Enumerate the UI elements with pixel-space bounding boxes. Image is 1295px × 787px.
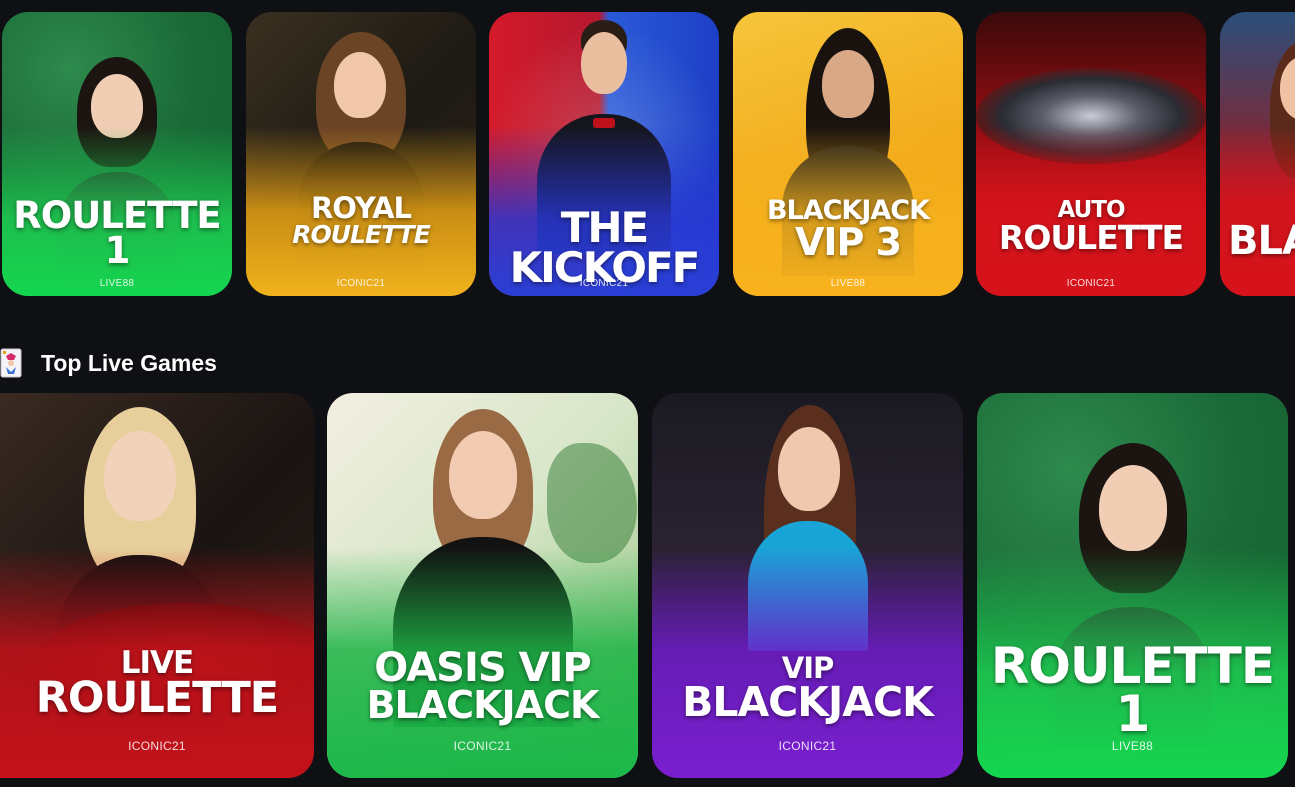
game-title-line2: ROULETTE: [998, 217, 1184, 257]
game-title: OASIS VIP BLACKJACK: [333, 645, 632, 727]
game-provider: ICONIC21: [336, 278, 386, 289]
game-card-auto-roulette[interactable]: AUTO ROULETTE ICONIC21: [976, 12, 1206, 296]
game-provider: LIVE88: [1111, 739, 1154, 753]
game-title: ROULETTE 1: [983, 637, 1282, 743]
game-title: LIVE ROULETTE: [6, 647, 308, 724]
game-title-line2: BLACKJACK: [682, 677, 934, 726]
game-card-roulette-1[interactable]: ROULETTE 1 LIVE88: [2, 12, 232, 296]
section-header-top-live-games: Top Live Games: [0, 346, 217, 380]
game-title: ROULETTE 1: [8, 194, 226, 273]
game-title-line2: BLACKJACK: [366, 683, 600, 727]
joker-card-icon: [0, 348, 22, 378]
game-title-line1: ROYAL: [310, 191, 412, 225]
game-provider: ICONIC21: [128, 739, 186, 753]
game-title-line2: ROULETTE: [292, 219, 431, 249]
game-card-blackjack-partial[interactable]: BLAC: [1220, 12, 1295, 296]
live-casino-lobby: ROULETTE 1 LIVE88 ROYAL ROULETTE ICONIC2…: [0, 0, 1295, 787]
game-title: THE KICKOFF: [495, 203, 713, 292]
game-provider: LIVE88: [99, 278, 135, 289]
game-provider: LIVE88: [830, 278, 866, 289]
card-gradient: [1220, 125, 1295, 296]
game-title-line1: OASIS VIP: [374, 645, 591, 691]
game-card-the-kickoff[interactable]: THE KICKOFF ICONIC21: [489, 12, 719, 296]
game-title: BLAC: [1228, 218, 1295, 264]
game-title: ROYAL ROULETTE: [252, 191, 470, 249]
game-card-roulette-1-large[interactable]: ROULETTE 1 LIVE88: [977, 393, 1288, 778]
game-card-royal-roulette[interactable]: ROYAL ROULETTE ICONIC21: [246, 12, 476, 296]
game-title: AUTO ROULETTE: [982, 199, 1200, 257]
game-provider: ICONIC21: [1066, 278, 1116, 289]
game-title-line1: BLAC: [1228, 218, 1295, 264]
game-title-line1: THE KICKOFF: [509, 203, 701, 292]
game-card-oasis-vip-blackjack[interactable]: OASIS VIP BLACKJACK ICONIC21: [327, 393, 638, 778]
section-title: Top Live Games: [41, 349, 217, 376]
game-title-line1: ROULETTE 1: [13, 194, 221, 273]
game-title-line2: ROULETTE: [35, 673, 279, 724]
game-provider: ICONIC21: [579, 278, 629, 289]
game-title-line1: ROULETTE 1: [990, 637, 1275, 743]
game-title: VIP BLACKJACK: [658, 654, 957, 726]
game-card-blackjack-vip-3[interactable]: BLACKJACK VIP 3 LIVE88: [733, 12, 963, 296]
game-card-vip-blackjack[interactable]: VIP BLACKJACK ICONIC21: [652, 393, 963, 778]
game-title-line2: VIP 3: [794, 219, 902, 264]
game-title: BLACKJACK VIP 3: [739, 197, 957, 264]
game-provider: ICONIC21: [453, 739, 512, 753]
game-provider: ICONIC21: [778, 739, 837, 753]
game-card-live-roulette[interactable]: LIVE ROULETTE ICONIC21: [0, 393, 314, 778]
